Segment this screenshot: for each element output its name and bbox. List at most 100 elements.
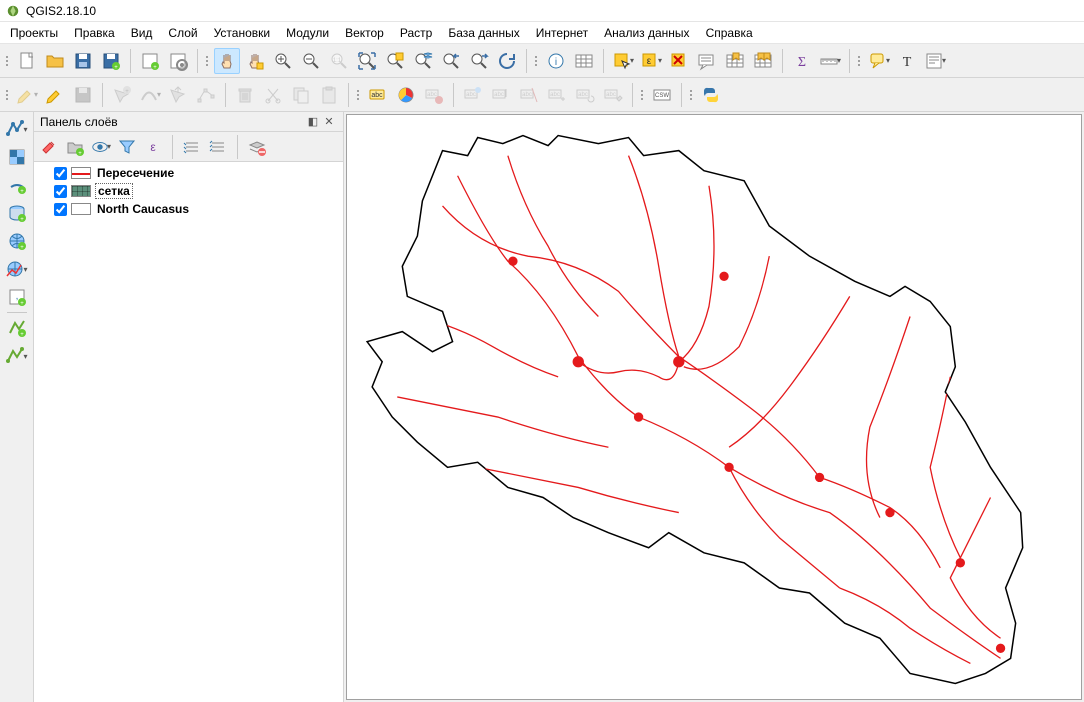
current-edits-button[interactable]: ▾ [14,82,40,108]
select-by-expression-button[interactable]: ε▾ [638,48,664,74]
add-postgis-layer-button[interactable]: + [4,200,30,226]
node-tool-button[interactable] [193,82,219,108]
rotate-label-button[interactable]: abc [572,82,598,108]
undock-panel-icon[interactable]: ◧ [305,114,321,130]
measure-button[interactable]: ▾ [817,48,843,74]
save-project-button[interactable] [70,48,96,74]
copy-features-button[interactable] [288,82,314,108]
map-tips-button[interactable] [694,48,720,74]
menu-plugins[interactable]: Модули [278,24,337,42]
collapse-all-button[interactable] [207,136,229,158]
paste-features-button[interactable] [316,82,342,108]
layer-row-north-caucasus[interactable]: North Caucasus [38,200,339,218]
menu-layer[interactable]: Слой [160,24,205,42]
layers-panel-header[interactable]: Панель слоёв ◧ ✕ [34,112,343,132]
menu-settings[interactable]: Установки [206,24,278,42]
cut-features-button[interactable] [260,82,286,108]
toolbar-grip[interactable] [4,83,10,107]
layer-row-intersection[interactable]: Пересечение [38,164,339,182]
deselect-all-button[interactable] [666,48,692,74]
show-bookmarks-button[interactable] [750,48,776,74]
toolbar-grip[interactable] [533,49,539,73]
toolbar-grip[interactable] [639,83,645,107]
zoom-to-selection-button[interactable] [382,48,408,74]
style-manager-button[interactable] [38,136,60,158]
add-wcs-layer-button[interactable]: ▾ [4,256,30,282]
delete-selected-button[interactable] [232,82,258,108]
map-canvas[interactable] [346,114,1082,700]
add-wms-layer-button[interactable]: + [4,228,30,254]
annotation-button[interactable]: ▾ [866,48,892,74]
new-composer-button[interactable]: + [137,48,163,74]
zoom-next-button[interactable] [466,48,492,74]
form-annotation-button[interactable]: ▾ [922,48,948,74]
zoom-out-button[interactable] [298,48,324,74]
layers-tree[interactable]: Пересечение сетка North Caucasus [34,162,343,702]
expand-all-button[interactable] [181,136,203,158]
toolbar-grip[interactable] [688,83,694,107]
statistics-button[interactable]: Σ [789,48,815,74]
open-project-button[interactable] [42,48,68,74]
menu-database[interactable]: База данных [440,24,527,42]
metasearch-button[interactable]: CSW [649,82,675,108]
add-delimited-text-layer-button[interactable]: ,+ [4,284,30,310]
menu-projects[interactable]: Проекты [2,24,66,42]
filter-legend-button[interactable] [116,136,138,158]
add-group-button[interactable]: + [64,136,86,158]
python-console-button[interactable] [698,82,724,108]
open-attribute-table-button[interactable] [571,48,597,74]
move-feature-button[interactable] [165,82,191,108]
new-project-button[interactable] [14,48,40,74]
manage-visibility-button[interactable]: ▾ [90,136,112,158]
highlight-pinned-labels-button[interactable]: abc [460,82,486,108]
pin-labels-button[interactable]: abc [488,82,514,108]
menu-edit[interactable]: Правка [66,24,123,42]
layer-checkbox[interactable] [54,185,67,198]
identify-button[interactable]: i [543,48,569,74]
add-spatialite-layer-button[interactable]: + [4,172,30,198]
move-label-button[interactable]: abc [544,82,570,108]
zoom-in-button[interactable] [270,48,296,74]
zoom-last-button[interactable] [438,48,464,74]
composer-manager-button[interactable] [165,48,191,74]
menu-raster[interactable]: Растр [392,24,440,42]
toolbar-grip[interactable] [856,49,862,73]
menu-web[interactable]: Интернет [528,24,596,42]
layer-checkbox[interactable] [54,167,67,180]
change-label-button[interactable]: abc [600,82,626,108]
pan-button[interactable] [214,48,240,74]
layer-diagram-button[interactable] [393,82,419,108]
show-hide-labels-button[interactable]: abc [516,82,542,108]
zoom-native-button[interactable]: 1:1 [326,48,352,74]
add-vector-layer-button[interactable]: ▾ [4,116,30,142]
menu-view[interactable]: Вид [123,24,161,42]
close-panel-icon[interactable]: ✕ [321,114,337,130]
select-features-button[interactable]: ▾ [610,48,636,74]
new-spatialite-layer-button[interactable]: ▾ [4,343,30,369]
save-edits-button[interactable] [70,82,96,108]
menu-help[interactable]: Справка [698,24,761,42]
new-shapefile-layer-button[interactable]: + [4,315,30,341]
toolbar-grip[interactable] [4,49,10,73]
menu-vector[interactable]: Вектор [337,24,392,42]
add-raster-layer-button[interactable] [4,144,30,170]
save-project-as-button[interactable]: + [98,48,124,74]
toolbar-grip[interactable] [355,83,361,107]
toggle-editing-button[interactable] [42,82,68,108]
remove-layer-button[interactable] [246,136,268,158]
zoom-full-button[interactable] [354,48,380,74]
zoom-to-layer-button[interactable] [410,48,436,74]
rule-based-label-button[interactable]: abc [421,82,447,108]
add-circular-string-button[interactable]: ▾ [137,82,163,108]
new-bookmark-button[interactable] [722,48,748,74]
text-annotation-button[interactable]: T [894,48,920,74]
toolbar-grip[interactable] [204,49,210,73]
layer-checkbox[interactable] [54,203,67,216]
layer-row-grid[interactable]: сетка [38,182,339,200]
menu-processing[interactable]: Анализ данных [596,24,697,42]
add-feature-button[interactable]: + [109,82,135,108]
layer-labeling-button[interactable]: abc [365,82,391,108]
refresh-button[interactable] [494,48,520,74]
filter-by-expression-button[interactable]: ε [142,136,164,158]
pan-to-selection-button[interactable] [242,48,268,74]
